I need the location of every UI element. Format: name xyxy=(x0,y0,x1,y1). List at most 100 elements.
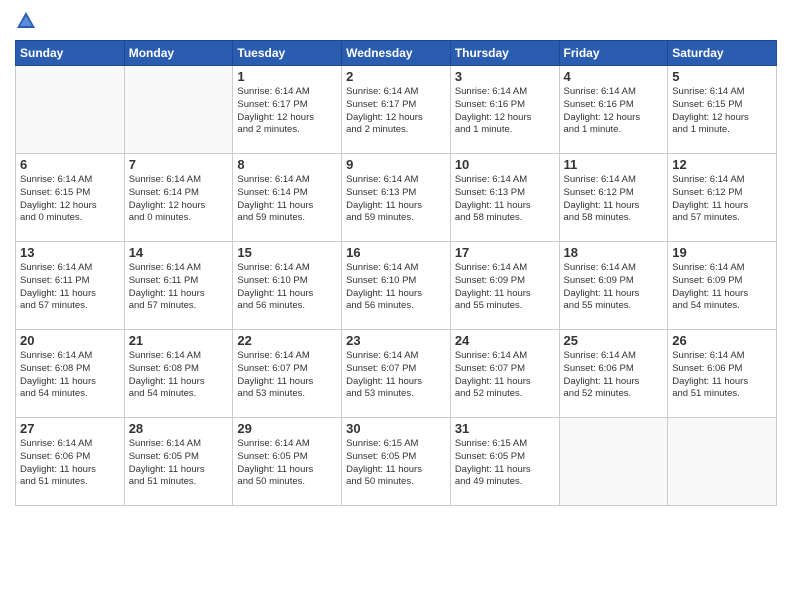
day-info: Sunrise: 6:14 AM Sunset: 6:05 PM Dayligh… xyxy=(129,438,229,489)
calendar-cell: 3 Sunrise: 6:14 AM Sunset: 6:16 PM Daylig… xyxy=(450,66,559,154)
calendar-cell: 30Sunrise: 6:15 AM Sunset: 6:05 PM Dayli… xyxy=(342,418,451,506)
day-number: 13 xyxy=(20,245,120,260)
calendar-cell: 15Sunrise: 6:14 AM Sunset: 6:10 PM Dayli… xyxy=(233,242,342,330)
day-info: Sunrise: 6:14 AM Sunset: 6:13 PM Dayligh… xyxy=(455,174,555,225)
calendar-week-row: 20 Sunrise: 6:14 AM Sunset: 6:08 PM Dayli… xyxy=(16,330,777,418)
calendar-cell: 17 Sunrise: 6:14 AM Sunset: 6:09 PM Dayli… xyxy=(450,242,559,330)
calendar-cell: 25 Sunrise: 6:14 AM Sunset: 6:06 PM Dayli… xyxy=(559,330,668,418)
calendar-cell: 5Sunrise: 6:14 AM Sunset: 6:15 PM Daylig… xyxy=(668,66,777,154)
day-info: Sunrise: 6:14 AM Sunset: 6:09 PM Dayligh… xyxy=(564,262,664,313)
day-number: 8 xyxy=(237,157,337,172)
day-number: 5 xyxy=(672,69,772,84)
calendar-week-row: 6Sunrise: 6:14 AM Sunset: 6:15 PM Daylig… xyxy=(16,154,777,242)
calendar-cell: 27 Sunrise: 6:14 AM Sunset: 6:06 PM Dayli… xyxy=(16,418,125,506)
day-info: Sunrise: 6:14 AM Sunset: 6:06 PM Dayligh… xyxy=(564,350,664,401)
calendar-cell: 22 Sunrise: 6:14 AM Sunset: 6:07 PM Dayli… xyxy=(233,330,342,418)
day-number: 23 xyxy=(346,333,446,348)
day-number: 31 xyxy=(455,421,555,436)
day-info: Sunrise: 6:14 AM Sunset: 6:16 PM Dayligh… xyxy=(455,86,555,137)
calendar-cell: 10 Sunrise: 6:14 AM Sunset: 6:13 PM Dayli… xyxy=(450,154,559,242)
day-info: Sunrise: 6:14 AM Sunset: 6:10 PM Dayligh… xyxy=(346,262,446,313)
weekday-header: Saturday xyxy=(668,41,777,66)
day-number: 3 xyxy=(455,69,555,84)
page: SundayMondayTuesdayWednesdayThursdayFrid… xyxy=(0,0,792,612)
calendar-cell: 13 Sunrise: 6:14 AM Sunset: 6:11 PM Dayli… xyxy=(16,242,125,330)
day-info: Sunrise: 6:14 AM Sunset: 6:05 PM Dayligh… xyxy=(237,438,337,489)
day-info: Sunrise: 6:14 AM Sunset: 6:11 PM Dayligh… xyxy=(129,262,229,313)
day-info: Sunrise: 6:14 AM Sunset: 6:06 PM Dayligh… xyxy=(20,438,120,489)
calendar-cell: 1 Sunrise: 6:14 AM Sunset: 6:17 PM Daylig… xyxy=(233,66,342,154)
day-number: 17 xyxy=(455,245,555,260)
day-number: 12 xyxy=(672,157,772,172)
calendar-cell: 14 Sunrise: 6:14 AM Sunset: 6:11 PM Dayli… xyxy=(124,242,233,330)
day-number: 7 xyxy=(129,157,229,172)
logo xyxy=(15,10,41,32)
calendar-cell: 12Sunrise: 6:14 AM Sunset: 6:12 PM Dayli… xyxy=(668,154,777,242)
day-number: 1 xyxy=(237,69,337,84)
calendar-cell: 7 Sunrise: 6:14 AM Sunset: 6:14 PM Daylig… xyxy=(124,154,233,242)
calendar-cell xyxy=(16,66,125,154)
day-info: Sunrise: 6:14 AM Sunset: 6:08 PM Dayligh… xyxy=(20,350,120,401)
weekday-header: Sunday xyxy=(16,41,125,66)
day-number: 29 xyxy=(237,421,337,436)
day-info: Sunrise: 6:14 AM Sunset: 6:09 PM Dayligh… xyxy=(672,262,772,313)
day-info: Sunrise: 6:15 AM Sunset: 6:05 PM Dayligh… xyxy=(455,438,555,489)
calendar-cell xyxy=(559,418,668,506)
calendar-cell: 21 Sunrise: 6:14 AM Sunset: 6:08 PM Dayli… xyxy=(124,330,233,418)
calendar-cell: 19Sunrise: 6:14 AM Sunset: 6:09 PM Dayli… xyxy=(668,242,777,330)
calendar-cell: 9 Sunrise: 6:14 AM Sunset: 6:13 PM Daylig… xyxy=(342,154,451,242)
day-number: 21 xyxy=(129,333,229,348)
calendar-week-row: 13 Sunrise: 6:14 AM Sunset: 6:11 PM Dayli… xyxy=(16,242,777,330)
calendar-cell: 8 Sunrise: 6:14 AM Sunset: 6:14 PM Daylig… xyxy=(233,154,342,242)
weekday-header: Friday xyxy=(559,41,668,66)
day-info: Sunrise: 6:14 AM Sunset: 6:09 PM Dayligh… xyxy=(455,262,555,313)
calendar-week-row: 27 Sunrise: 6:14 AM Sunset: 6:06 PM Dayli… xyxy=(16,418,777,506)
day-info: Sunrise: 6:14 AM Sunset: 6:14 PM Dayligh… xyxy=(129,174,229,225)
day-number: 27 xyxy=(20,421,120,436)
day-number: 20 xyxy=(20,333,120,348)
calendar-cell: 11 Sunrise: 6:14 AM Sunset: 6:12 PM Dayli… xyxy=(559,154,668,242)
day-number: 4 xyxy=(564,69,664,84)
day-number: 15 xyxy=(237,245,337,260)
calendar-week-row: 1 Sunrise: 6:14 AM Sunset: 6:17 PM Daylig… xyxy=(16,66,777,154)
day-info: Sunrise: 6:14 AM Sunset: 6:14 PM Dayligh… xyxy=(237,174,337,225)
day-number: 14 xyxy=(129,245,229,260)
calendar-header-row: SundayMondayTuesdayWednesdayThursdayFrid… xyxy=(16,41,777,66)
calendar-cell: 24Sunrise: 6:14 AM Sunset: 6:07 PM Dayli… xyxy=(450,330,559,418)
day-info: Sunrise: 6:14 AM Sunset: 6:06 PM Dayligh… xyxy=(672,350,772,401)
calendar-cell: 20 Sunrise: 6:14 AM Sunset: 6:08 PM Dayli… xyxy=(16,330,125,418)
calendar-cell: 28 Sunrise: 6:14 AM Sunset: 6:05 PM Dayli… xyxy=(124,418,233,506)
calendar-cell: 2Sunrise: 6:14 AM Sunset: 6:17 PM Daylig… xyxy=(342,66,451,154)
day-number: 25 xyxy=(564,333,664,348)
day-number: 11 xyxy=(564,157,664,172)
calendar-cell: 6Sunrise: 6:14 AM Sunset: 6:15 PM Daylig… xyxy=(16,154,125,242)
logo-icon xyxy=(15,10,37,32)
day-info: Sunrise: 6:14 AM Sunset: 6:07 PM Dayligh… xyxy=(237,350,337,401)
day-info: Sunrise: 6:14 AM Sunset: 6:17 PM Dayligh… xyxy=(346,86,446,137)
calendar-cell: 18Sunrise: 6:14 AM Sunset: 6:09 PM Dayli… xyxy=(559,242,668,330)
day-info: Sunrise: 6:14 AM Sunset: 6:17 PM Dayligh… xyxy=(237,86,337,137)
day-info: Sunrise: 6:14 AM Sunset: 6:07 PM Dayligh… xyxy=(346,350,446,401)
day-info: Sunrise: 6:14 AM Sunset: 6:13 PM Dayligh… xyxy=(346,174,446,225)
calendar-table: SundayMondayTuesdayWednesdayThursdayFrid… xyxy=(15,40,777,506)
calendar-cell: 4 Sunrise: 6:14 AM Sunset: 6:16 PM Daylig… xyxy=(559,66,668,154)
day-info: Sunrise: 6:14 AM Sunset: 6:12 PM Dayligh… xyxy=(564,174,664,225)
calendar-cell: 31 Sunrise: 6:15 AM Sunset: 6:05 PM Dayli… xyxy=(450,418,559,506)
day-number: 22 xyxy=(237,333,337,348)
day-info: Sunrise: 6:14 AM Sunset: 6:16 PM Dayligh… xyxy=(564,86,664,137)
day-number: 9 xyxy=(346,157,446,172)
header xyxy=(15,10,777,32)
calendar-cell: 29 Sunrise: 6:14 AM Sunset: 6:05 PM Dayli… xyxy=(233,418,342,506)
day-number: 24 xyxy=(455,333,555,348)
day-number: 10 xyxy=(455,157,555,172)
day-info: Sunrise: 6:14 AM Sunset: 6:08 PM Dayligh… xyxy=(129,350,229,401)
calendar-cell xyxy=(668,418,777,506)
day-number: 16 xyxy=(346,245,446,260)
weekday-header: Tuesday xyxy=(233,41,342,66)
day-number: 28 xyxy=(129,421,229,436)
calendar-cell: 23 Sunrise: 6:14 AM Sunset: 6:07 PM Dayli… xyxy=(342,330,451,418)
day-number: 30 xyxy=(346,421,446,436)
day-number: 26 xyxy=(672,333,772,348)
day-info: Sunrise: 6:14 AM Sunset: 6:15 PM Dayligh… xyxy=(20,174,120,225)
day-info: Sunrise: 6:14 AM Sunset: 6:11 PM Dayligh… xyxy=(20,262,120,313)
